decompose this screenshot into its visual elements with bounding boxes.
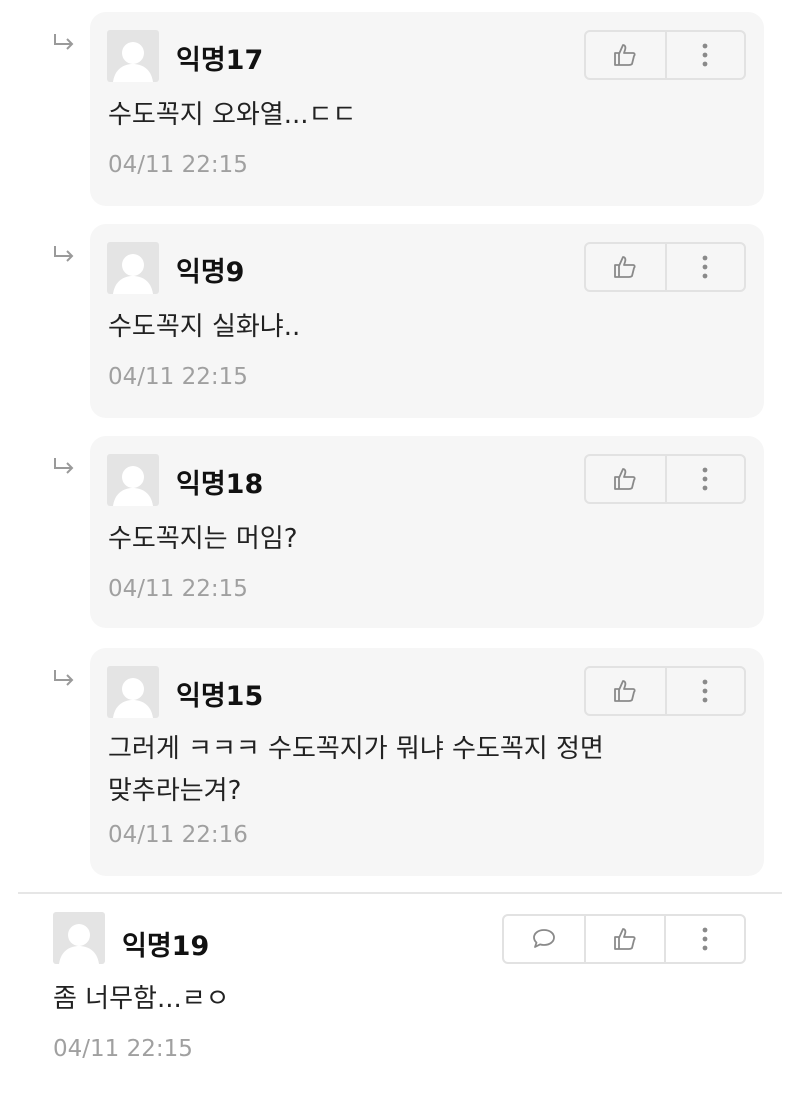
comment-author: 익명15 <box>176 681 264 712</box>
more-vertical-icon <box>703 467 708 491</box>
reply-card: 익명15 그러게 ㅋㅋㅋ 수도꼭지가 뭐냐 수도꼭지 정면 맞추라는겨? 04/… <box>90 648 764 876</box>
comment-timestamp: 04/11 22:15 <box>108 364 248 390</box>
reply-item: 익명15 그러게 ㅋㅋㅋ 수도꼭지가 뭐냐 수도꼭지 정면 맞추라는겨? 04/… <box>0 636 800 886</box>
reply-item: 익명9 수도꼭지 실화냐.. 04/11 22:15 <box>0 212 800 424</box>
default-avatar-icon <box>53 912 105 964</box>
more-vertical-icon <box>702 927 708 951</box>
comment-actions <box>584 242 746 292</box>
more-options-button[interactable] <box>664 456 744 502</box>
comment-item: 익명19 좀 너무함...ㄹㅇ 04/11 22:15 <box>0 894 800 1098</box>
more-vertical-icon <box>703 679 708 703</box>
reply-arrow-icon <box>54 670 74 686</box>
reply-item: 익명18 수도꼭지는 머임? 04/11 22:15 <box>0 424 800 636</box>
default-avatar-icon <box>107 454 159 506</box>
more-options-button[interactable] <box>664 668 744 714</box>
comment-timestamp: 04/11 22:15 <box>108 576 248 602</box>
comment-author: 익명18 <box>176 469 264 500</box>
default-avatar-icon <box>107 30 159 82</box>
comment-actions <box>584 454 746 504</box>
comment-content: 수도꼭지는 머임? <box>108 524 298 554</box>
thumbs-up-icon <box>614 928 636 950</box>
comment-content: 수도꼭지 실화냐.. <box>108 312 301 342</box>
more-options-button[interactable] <box>664 244 744 290</box>
comment-actions <box>502 914 746 964</box>
reply-item: 익명17 수도꼭지 오와열...ㄷㄷ 04/11 22:15 <box>0 0 800 212</box>
comment-author: 익명17 <box>176 45 264 76</box>
comment-timestamp: 04/11 22:15 <box>108 152 248 178</box>
thumbs-up-icon <box>614 468 637 490</box>
like-button[interactable] <box>584 916 664 962</box>
reply-arrow-icon <box>54 246 74 262</box>
comment-content: 그러게 ㅋㅋㅋ 수도꼭지가 뭐냐 수도꼭지 정면 맞추라는겨? <box>108 734 604 806</box>
reply-card: 익명18 수도꼭지는 머임? 04/11 22:15 <box>90 436 764 628</box>
like-button[interactable] <box>586 456 665 502</box>
comment-content: 좀 너무함...ㄹㅇ <box>53 984 230 1014</box>
more-vertical-icon <box>703 43 708 67</box>
reply-button[interactable] <box>504 916 584 962</box>
comment-timestamp: 04/11 22:16 <box>108 822 248 848</box>
reply-card: 익명17 수도꼭지 오와열...ㄷㄷ 04/11 22:15 <box>90 12 764 206</box>
thumbs-up-icon <box>614 680 637 702</box>
speech-bubble-icon <box>533 929 555 948</box>
like-button[interactable] <box>586 32 665 78</box>
comment-author: 익명9 <box>176 257 245 288</box>
like-button[interactable] <box>586 668 665 714</box>
like-button[interactable] <box>586 244 665 290</box>
more-options-button[interactable] <box>664 32 744 78</box>
reply-arrow-icon <box>54 34 74 50</box>
default-avatar-icon <box>107 242 159 294</box>
comment-actions <box>584 30 746 80</box>
comment-author: 익명19 <box>122 931 210 962</box>
comment-timestamp: 04/11 22:15 <box>53 1036 193 1062</box>
reply-card: 익명9 수도꼭지 실화냐.. 04/11 22:15 <box>90 224 764 418</box>
more-options-button[interactable] <box>664 916 744 962</box>
thumbs-up-icon <box>614 256 637 278</box>
reply-arrow-icon <box>54 458 74 474</box>
more-vertical-icon <box>703 255 708 279</box>
comment-content: 수도꼭지 오와열...ㄷㄷ <box>108 100 357 130</box>
thumbs-up-icon <box>614 44 637 66</box>
comment-actions <box>584 666 746 716</box>
default-avatar-icon <box>107 666 159 718</box>
